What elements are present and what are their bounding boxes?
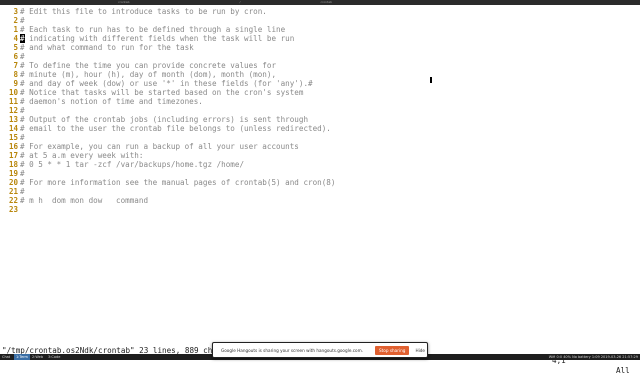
share-message: Google Hangouts is sharing your screen w… <box>221 347 364 353</box>
scroll-indicator: All <box>616 366 630 375</box>
line-text: # <box>20 133 25 142</box>
line-text: # and what command to run for the task <box>20 43 194 52</box>
editor-line: 14 # email to the user the crontab file b… <box>0 124 331 133</box>
line-text: # 0 5 * * 1 tar -zcf /var/backups/home.t… <box>20 160 245 169</box>
line-number: 17 <box>8 151 18 160</box>
hide-button[interactable]: Hide <box>415 348 425 353</box>
workspace-button[interactable]: Chat <box>0 354 12 360</box>
editor-line: 22 # m h dom mon dow command <box>0 196 148 205</box>
line-number: 4 <box>13 34 18 43</box>
editor-line: 20 # For more information see the manual … <box>0 178 336 187</box>
editor-line: 17 # at 5 a.m every week with: <box>0 151 143 160</box>
editor-line: 5 # and what command to run for the task <box>0 43 194 52</box>
line-number: 18 <box>8 160 18 169</box>
line-number: 3 <box>13 7 18 16</box>
line-text: # <box>20 52 25 61</box>
system-status: Wifi 0:0 40% No battery 1:09 2019-03-26 … <box>548 355 638 359</box>
line-number: 22 <box>8 196 18 205</box>
line-text: # To define the time you can provide con… <box>20 61 277 70</box>
line-number: 6 <box>13 52 18 61</box>
line-number: 1 <box>13 25 18 34</box>
editor-line: 13 # Output of the crontab jobs (includin… <box>0 115 308 124</box>
line-number: 20 <box>8 178 18 187</box>
line-number: 2 <box>13 16 18 25</box>
line-number: 23 <box>8 205 18 214</box>
line-text: # daemon's notion of time and timezones. <box>20 97 203 106</box>
mouse-ibeam-cursor-icon <box>430 77 432 83</box>
vim-editor[interactable]: 3 # Edit this file to introduce tasks to … <box>0 5 640 334</box>
line-number: 9 <box>13 79 18 88</box>
workspace-button-active[interactable]: 1:Term <box>14 354 30 360</box>
editor-line: 18 # 0 5 * * 1 tar -zcf /var/backups/home… <box>0 160 244 169</box>
editor-line: 9 # and day of week (dow) or use '*' in t… <box>0 79 313 88</box>
workspace-button[interactable]: 2:Web <box>30 354 45 360</box>
editor-line: 3 # Edit this file to introduce tasks to … <box>0 7 267 16</box>
editor-line: 2 # <box>0 16 25 25</box>
line-number: 16 <box>8 142 18 151</box>
editor-line: 19 # <box>0 169 25 178</box>
editor-line: 10 # Notice that tasks will be started ba… <box>0 88 303 97</box>
line-number: 11 <box>8 97 18 106</box>
stop-sharing-button[interactable]: Stop sharing <box>375 345 410 355</box>
line-number: 10 <box>8 88 18 97</box>
line-number: 13 <box>8 115 18 124</box>
editor-line: 15 # <box>0 133 25 142</box>
line-text: # Each task to run has to be defined thr… <box>20 25 286 34</box>
line-text: # and day of week (dow) or use '*' in th… <box>20 79 313 88</box>
line-text: # <box>20 169 25 178</box>
line-text: # email to the user the crontab file bel… <box>20 124 331 133</box>
editor-line-current: 4 # indicating with different fields when… <box>0 34 294 43</box>
editor-line: 16 # For example, you can run a backup of… <box>0 142 299 151</box>
line-text: # For example, you can run a backup of a… <box>20 142 299 151</box>
workspace-button[interactable]: 3:Code <box>46 354 62 360</box>
line-text: # Notice that tasks will be started base… <box>20 88 304 97</box>
line-text: # at 5 a.m every week with: <box>20 151 144 160</box>
line-text: indicating with different fields when th… <box>24 34 295 43</box>
line-text: # Output of the crontab jobs (including … <box>20 115 309 124</box>
screen-share-banner: Google Hangouts is sharing your screen w… <box>212 342 428 358</box>
line-text: # <box>20 16 25 25</box>
line-number: 19 <box>8 169 18 178</box>
editor-line: 23 <box>0 205 20 214</box>
line-text: # m h dom mon dow command <box>20 196 149 205</box>
line-number: 12 <box>8 106 18 115</box>
line-number: 7 <box>13 61 18 70</box>
line-text <box>18 205 20 214</box>
editor-line: 6 # <box>0 52 25 61</box>
line-number: 21 <box>8 187 18 196</box>
editor-line: 7 # To define the time you can provide co… <box>0 61 276 70</box>
line-text: # <box>20 106 25 115</box>
editor-line: 21 # <box>0 187 25 196</box>
line-text: # minute (m), hour (h), day of month (do… <box>20 70 277 79</box>
editor-line: 1 # Each task to run has to be defined th… <box>0 25 285 34</box>
editor-line: 11 # daemon's notion of time and timezone… <box>0 97 203 106</box>
line-text: # For more information see the manual pa… <box>20 178 336 187</box>
line-number: 8 <box>13 70 18 79</box>
line-text: # <box>20 187 25 196</box>
line-number: 14 <box>8 124 18 133</box>
line-number: 5 <box>13 43 18 52</box>
line-text: # Edit this file to introduce tasks to b… <box>20 7 267 16</box>
line-number: 15 <box>8 133 18 142</box>
editor-line: 12 # <box>0 106 25 115</box>
editor-line: 8 # minute (m), hour (h), day of month (d… <box>0 70 276 79</box>
